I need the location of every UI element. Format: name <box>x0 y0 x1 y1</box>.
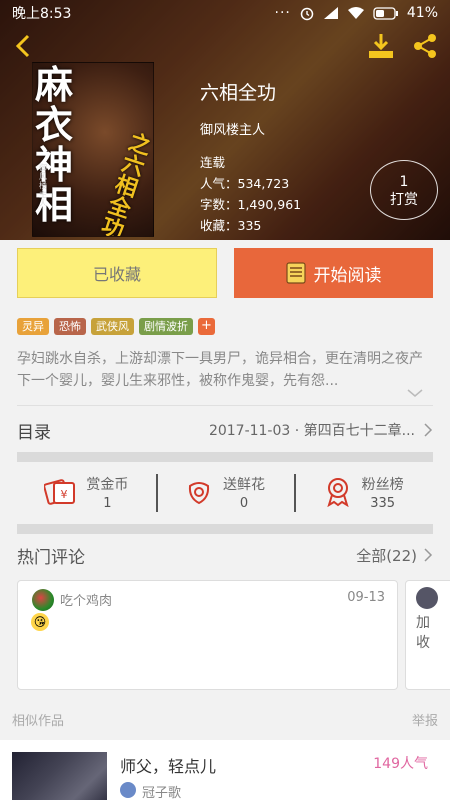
similar-book-cover <box>12 752 107 800</box>
table-of-contents-row[interactable]: 目录 2017-11-03 · 第四百七十二章... <box>17 412 433 448</box>
svg-text:¥: ¥ <box>61 488 68 501</box>
medal-icon <box>327 478 349 507</box>
section-separator <box>17 452 433 462</box>
book-title: 六相全功 <box>200 82 277 104</box>
wifi-icon <box>347 7 364 19</box>
tag-item[interactable]: 武侠风 <box>91 318 134 335</box>
comment-username: 吃个鸡肉 <box>60 594 113 609</box>
status-time: 晚上8:53 <box>12 6 72 22</box>
signal-icon <box>323 7 338 19</box>
chevron-down-icon[interactable] <box>406 388 424 398</box>
book-icon <box>285 262 306 284</box>
chevron-right-icon <box>424 423 433 437</box>
tag-item[interactable]: 恐怖 <box>54 318 86 335</box>
hot-comments-title: 热门评论 <box>17 547 85 568</box>
book-info: 六相全功 御风楼主人 连载 人气：534,723 字数：1,490,961 收藏… <box>200 78 301 236</box>
status-bar: 晚上8:53 ··· 41% <box>0 0 450 26</box>
avatar <box>120 782 136 798</box>
avatar[interactable] <box>416 587 438 609</box>
book-summary[interactable]: 孕妇跳水自杀，上游却漂下一具男尸，诡异相合，更在清明之夜产下一个婴儿，婴儿生来邪… <box>17 348 433 392</box>
alarm-icon <box>300 7 314 21</box>
back-arrow-icon[interactable] <box>10 32 38 60</box>
stat-value: 335 <box>370 495 396 511</box>
book-word-count: 字数：1,490,961 <box>200 197 302 212</box>
collected-button[interactable]: 已收藏 <box>17 248 217 298</box>
tag-list: 灵异 恐怖 武侠风 剧情波折 + <box>17 318 215 335</box>
latest-chapter: 2017-11-03 · 第四百七十二章... <box>208 423 415 439</box>
book-cover[interactable]: 麻衣神相 之六相全功 御风楼主人 <box>32 62 154 237</box>
add-tag-button[interactable]: + <box>198 318 215 335</box>
stat-label: 赏金币 <box>86 476 129 493</box>
tip-label: 打赏 <box>390 192 418 208</box>
battery-icon <box>373 6 398 20</box>
book-author[interactable]: 御风楼主人 <box>200 119 301 138</box>
tag-item[interactable]: 剧情波折 <box>139 318 193 335</box>
comment-card[interactable]: 吃个鸡肉 09-13 😘 <box>17 580 398 690</box>
battery-percent: 41% <box>406 5 438 21</box>
similar-works-header: 相似作品 举报 <box>12 710 438 729</box>
all-comments-link[interactable]: 全部(22) <box>356 545 417 566</box>
kiss-emoji-icon: 😘 <box>31 613 49 631</box>
download-icon[interactable] <box>366 32 396 60</box>
hot-comments-header: 热门评论 全部(22) <box>17 540 433 570</box>
similar-book-title: 师父，轻点儿 <box>120 757 217 776</box>
comment-text: 加收 <box>416 615 430 651</box>
book-popularity: 人气：534,723 <box>200 176 290 191</box>
fan-ranking-stat[interactable]: 粉丝榜 335 <box>294 466 433 518</box>
more-dots: ··· <box>274 5 291 21</box>
similar-book-author: 冠子歌 <box>142 786 182 800</box>
divider <box>17 405 433 406</box>
toc-label: 目录 <box>17 422 51 443</box>
top-toolbar <box>0 28 450 64</box>
stat-label: 送鲜花 <box>223 476 265 493</box>
comment-date: 09-13 <box>347 590 385 605</box>
red-envelope-icon: ¥ <box>44 479 76 505</box>
similar-work-item[interactable]: 师父，轻点儿 149人气 冠子歌 <box>0 740 450 800</box>
stats-row: ¥ 赏金币 1 送鲜花 0 粉丝榜 335 <box>17 466 433 518</box>
tip-count: 1 <box>399 174 409 190</box>
tag-item[interactable]: 灵异 <box>17 318 49 335</box>
start-reading-label: 开始阅读 <box>313 265 382 286</box>
book-detail-page: 晚上8:53 ··· 41% 麻衣神相 之六相全功 御风楼主人 六相全功 御风楼… <box>0 0 450 800</box>
section-separator <box>17 524 433 534</box>
stat-label: 粉丝榜 <box>361 476 404 493</box>
book-collections: 收藏：335 <box>200 218 262 233</box>
cover-subtitle: 之六相全功 <box>98 129 154 237</box>
tip-button[interactable]: 1 打赏 <box>370 160 438 220</box>
reward-coins-stat[interactable]: ¥ 赏金币 1 <box>17 466 156 518</box>
action-buttons: 已收藏 开始阅读 <box>0 248 450 302</box>
similar-book-popularity: 149人气 <box>373 756 428 772</box>
flower-icon <box>188 482 210 505</box>
chevron-right-icon[interactable] <box>423 547 433 563</box>
send-flowers-stat[interactable]: 送鲜花 0 <box>155 466 295 518</box>
comment-card[interactable]: 加收 <box>405 580 450 690</box>
avatar[interactable] <box>32 589 54 611</box>
report-link[interactable]: 举报 <box>412 710 438 729</box>
share-icon[interactable] <box>410 32 440 60</box>
start-reading-button[interactable]: 开始阅读 <box>234 248 433 298</box>
stat-value: 1 <box>103 495 112 511</box>
book-status: 连载 <box>200 155 226 170</box>
stat-value: 0 <box>239 495 249 511</box>
similar-works-title: 相似作品 <box>12 714 65 729</box>
cover-author: 御风楼主人 <box>39 163 47 208</box>
